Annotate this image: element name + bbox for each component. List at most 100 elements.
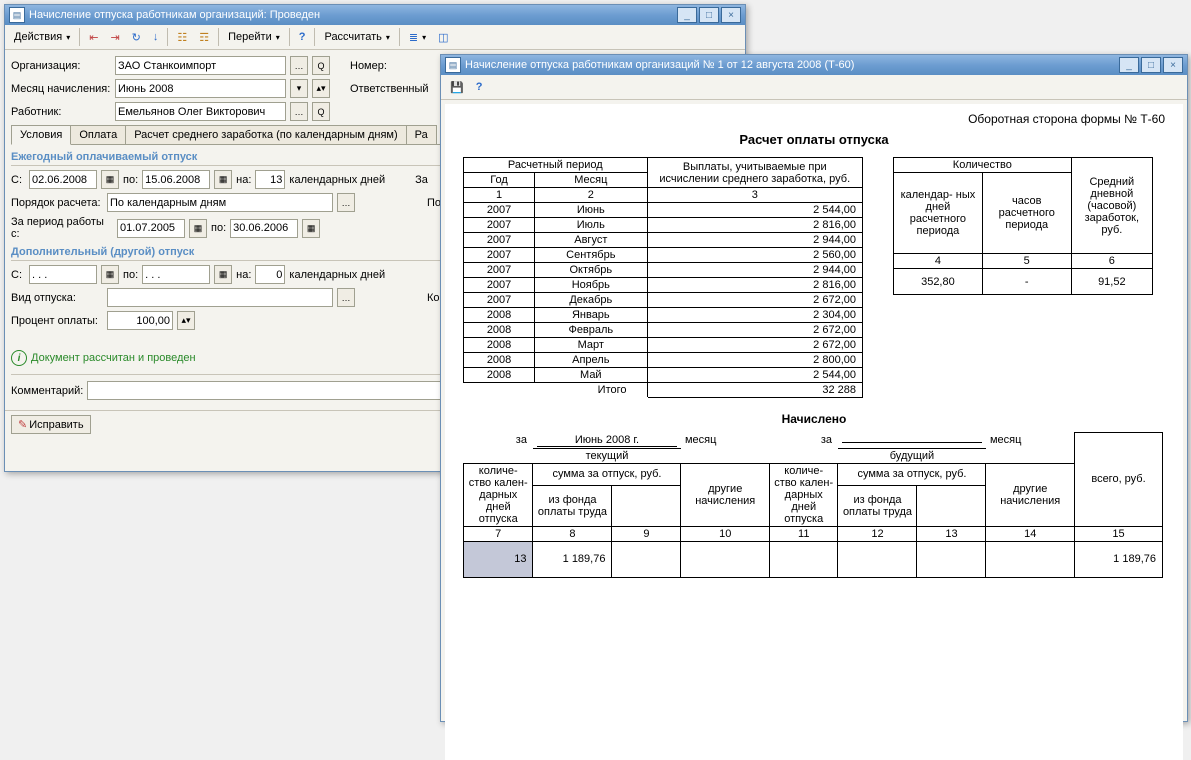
report-maximize-button[interactable]: □ bbox=[1141, 57, 1161, 73]
t1-h2: Выплаты, учитываемые при исчислении сред… bbox=[647, 158, 863, 188]
list-icon[interactable]: ≣▾ bbox=[404, 26, 431, 48]
tab-avg[interactable]: Расчет среднего заработка (по календарны… bbox=[125, 125, 406, 144]
date-from-cal-icon[interactable]: ▦ bbox=[101, 170, 119, 189]
form-icon[interactable]: ◫ bbox=[433, 26, 453, 48]
from-label: С: bbox=[11, 174, 25, 186]
days2-input[interactable] bbox=[255, 265, 285, 284]
days2-unit-label: календарных дней bbox=[289, 269, 385, 281]
to2-label: по: bbox=[123, 269, 138, 281]
type-select-button[interactable]: … bbox=[337, 288, 355, 307]
back-icon[interactable]: ⇤ bbox=[84, 26, 103, 48]
t1-month-h: Месяц bbox=[535, 173, 647, 188]
tab-payment[interactable]: Оплата bbox=[70, 125, 126, 144]
comment-label: Комментарий: bbox=[11, 385, 83, 397]
date-to-cal-icon[interactable]: ▦ bbox=[214, 170, 232, 189]
help-icon[interactable]: ? bbox=[294, 26, 311, 48]
tab-more[interactable]: Ра bbox=[406, 125, 437, 144]
pct-label: Процент оплаты: bbox=[11, 315, 103, 327]
info-icon: i bbox=[11, 350, 27, 366]
emp-label: Работник: bbox=[11, 106, 111, 118]
report-help-icon[interactable]: ? bbox=[471, 76, 488, 98]
report-toolbar: 💾 ? bbox=[441, 75, 1187, 100]
month-dd-button[interactable]: ▾ bbox=[290, 79, 308, 98]
acc-total-h: всего, руб. bbox=[1075, 433, 1163, 527]
actions-menu[interactable]: Действия▾ bbox=[9, 26, 75, 48]
pct-input[interactable] bbox=[107, 311, 173, 330]
post-icon[interactable]: ↓ bbox=[148, 26, 164, 48]
period-table: Расчетный период Выплаты, учитываемые пр… bbox=[463, 157, 863, 398]
toolbar: Действия▾ ⇤ ⇥ ↻ ↓ ☷ ☶ Перейти▾ ? Рассчит… bbox=[5, 25, 745, 50]
t1-total: 32 288 bbox=[647, 383, 863, 398]
calc-menu[interactable]: Рассчитать▾ bbox=[319, 26, 394, 48]
save-icon[interactable]: 💾 bbox=[445, 76, 469, 98]
close-button[interactable]: × bbox=[721, 7, 741, 23]
date-to2-input[interactable] bbox=[142, 265, 210, 284]
report-title: Расчет оплаты отпуска bbox=[463, 132, 1165, 147]
order-input[interactable] bbox=[107, 193, 333, 212]
period-to-label: по: bbox=[211, 222, 226, 234]
pct-spin-button[interactable]: ▴▾ bbox=[177, 311, 195, 330]
org-input[interactable] bbox=[115, 56, 286, 75]
t1-h1: Расчетный период bbox=[464, 158, 648, 173]
refresh-icon[interactable]: ↻ bbox=[127, 26, 146, 48]
period-to-input[interactable] bbox=[230, 219, 298, 238]
date-from2-cal-icon[interactable]: ▦ bbox=[101, 265, 119, 284]
date-to-input[interactable] bbox=[142, 170, 210, 189]
t2-h3: Средний дневной (часовой) заработок, руб… bbox=[1071, 158, 1152, 254]
on2-label: на: bbox=[236, 269, 251, 281]
type-label: Вид отпуска: bbox=[11, 292, 103, 304]
window-icon: ▤ bbox=[9, 7, 25, 23]
report-window: ▤ Начисление отпуска работникам организа… bbox=[440, 54, 1188, 722]
emp-input[interactable] bbox=[115, 102, 286, 121]
report-window-title: Начисление отпуска работникам организаци… bbox=[465, 59, 1119, 71]
emp-open-button[interactable]: Q bbox=[312, 102, 330, 121]
qty-table: Количество Средний дневной (часовой) зар… bbox=[893, 157, 1153, 295]
order-label: Порядок расчета: bbox=[11, 197, 103, 209]
month-label: Месяц начисления: bbox=[11, 83, 111, 95]
emp-select-button[interactable]: … bbox=[290, 102, 308, 121]
accrued-title: Начислено bbox=[463, 412, 1165, 426]
type-input[interactable] bbox=[107, 288, 333, 307]
report-close-button[interactable]: × bbox=[1163, 57, 1183, 73]
report-titlebar: ▤ Начисление отпуска работникам организа… bbox=[441, 55, 1187, 75]
period-from-cal-icon[interactable]: ▦ bbox=[189, 219, 207, 238]
t2-h: Количество bbox=[894, 158, 1072, 173]
titlebar: ▤ Начисление отпуска работникам организа… bbox=[5, 5, 745, 25]
tab-conditions[interactable]: Условия bbox=[11, 125, 71, 145]
date-to2-cal-icon[interactable]: ▦ bbox=[214, 265, 232, 284]
on-label: на: bbox=[236, 174, 251, 186]
org-label: Организация: bbox=[11, 60, 111, 72]
resp-label: Ответственный bbox=[350, 83, 440, 95]
report-minimize-button[interactable]: _ bbox=[1119, 57, 1139, 73]
date-from-input[interactable] bbox=[29, 170, 97, 189]
za-label: За bbox=[415, 174, 428, 186]
org-open-button[interactable]: Q bbox=[312, 56, 330, 75]
order-select-button[interactable]: … bbox=[337, 193, 355, 212]
period-label: За период работы с: bbox=[11, 216, 113, 240]
accrued-table: за Июнь 2008 г. месяц за месяц всего, ру… bbox=[463, 432, 1163, 578]
org-select-button[interactable]: … bbox=[290, 56, 308, 75]
structure-icon[interactable]: ☷ bbox=[172, 26, 192, 48]
t1-year-h: Год bbox=[464, 173, 535, 188]
tree-icon[interactable]: ☶ bbox=[194, 26, 214, 48]
days-input[interactable] bbox=[255, 170, 285, 189]
period-from-input[interactable] bbox=[117, 219, 185, 238]
maximize-button[interactable]: □ bbox=[699, 7, 719, 23]
report-body: Оборотная сторона формы № Т-60 Расчет оп… bbox=[445, 104, 1183, 760]
minimize-button[interactable]: _ bbox=[677, 7, 697, 23]
t2-h1: календар- ных дней расчетного периода bbox=[894, 173, 983, 254]
forward-icon[interactable]: ⇥ bbox=[105, 26, 124, 48]
days-unit-label: календарных дней bbox=[289, 174, 385, 186]
from2-label: С: bbox=[11, 269, 25, 281]
report-window-icon: ▤ bbox=[445, 57, 461, 73]
report-header: Оборотная сторона формы № Т-60 bbox=[463, 112, 1165, 126]
num-label: Номер: bbox=[350, 60, 390, 72]
goto-menu[interactable]: Перейти▾ bbox=[223, 26, 285, 48]
period-to-cal-icon[interactable]: ▦ bbox=[302, 219, 320, 238]
status-text: Документ рассчитан и проведен bbox=[31, 352, 196, 364]
fix-button[interactable]: ✎Исправить bbox=[11, 415, 91, 434]
t1-total-label: Итого bbox=[464, 383, 648, 398]
month-input[interactable] bbox=[115, 79, 286, 98]
date-from2-input[interactable] bbox=[29, 265, 97, 284]
month-spin-button[interactable]: ▴▾ bbox=[312, 79, 330, 98]
